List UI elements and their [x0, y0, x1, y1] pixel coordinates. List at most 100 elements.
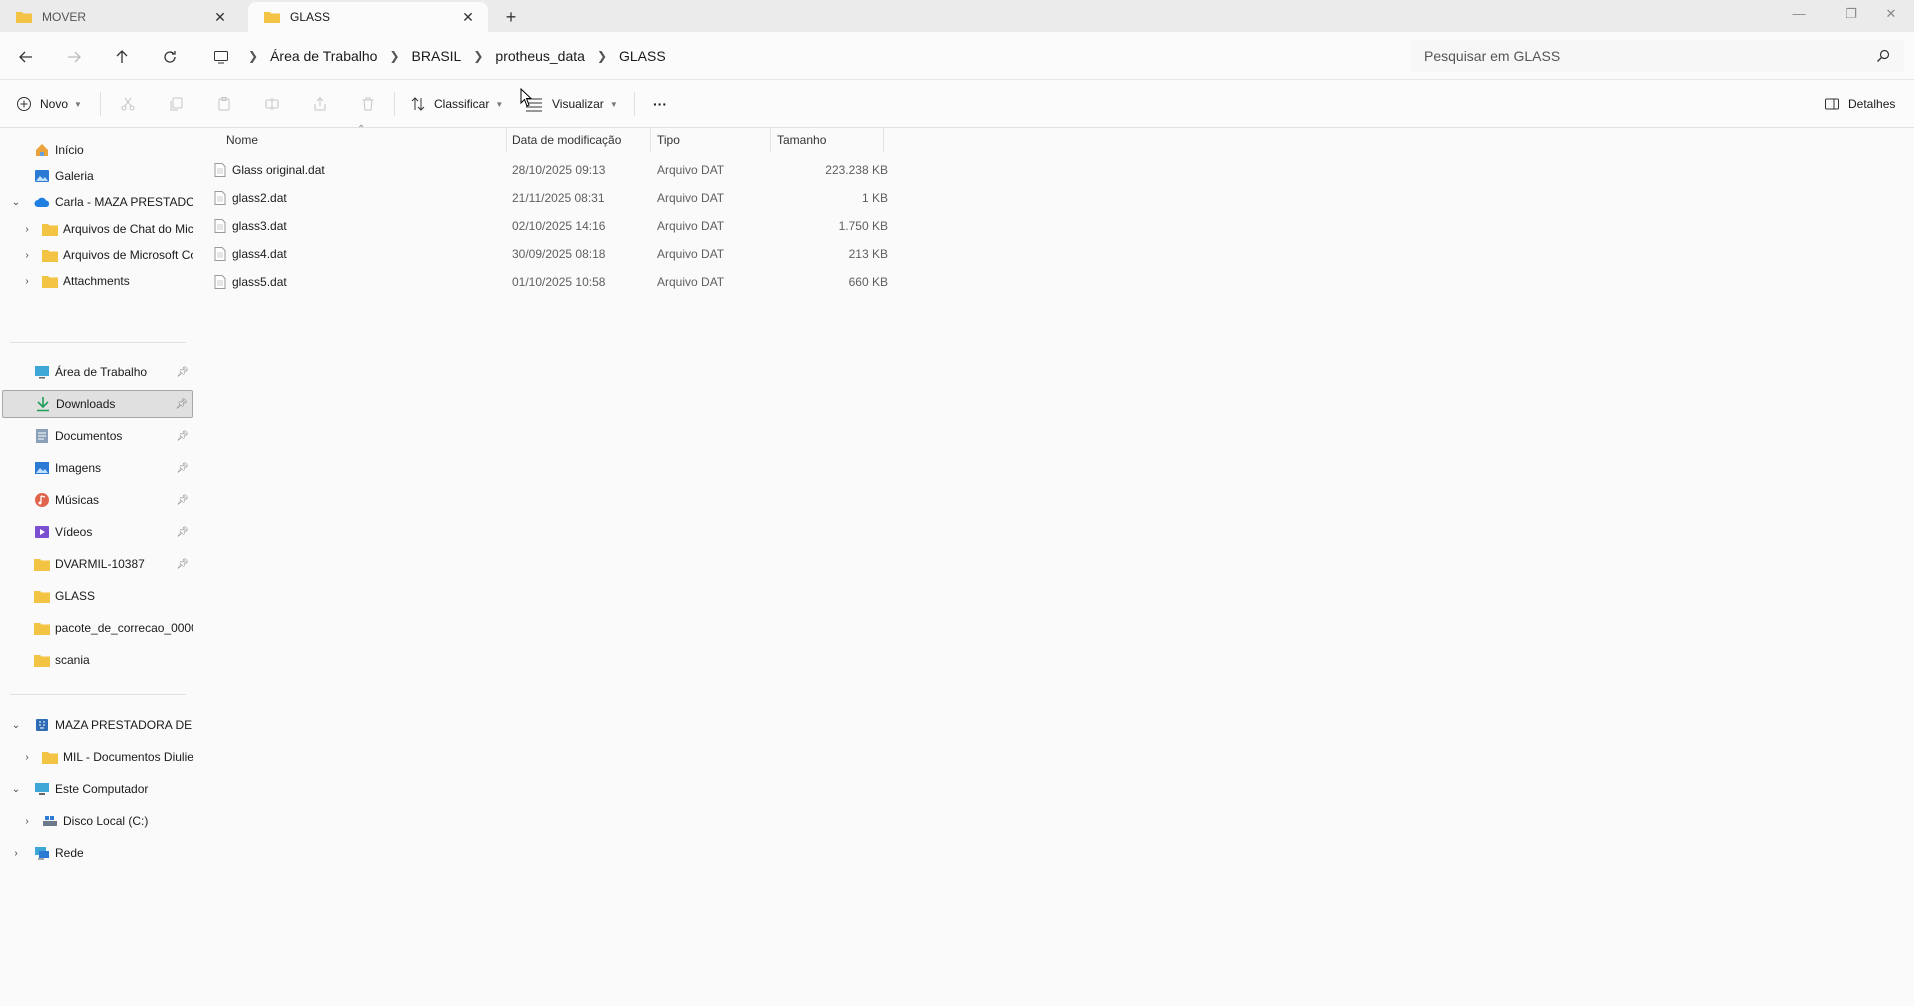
sidebar-item-local-disk[interactable]: › Disco Local (C:) — [2, 807, 193, 835]
sidebar-item-inicio[interactable]: Início — [2, 136, 193, 164]
new-tab-button[interactable]: + — [498, 4, 524, 30]
pin-icon[interactable]: 📌︎ — [176, 367, 189, 378]
sidebar-item-videos[interactable]: Vídeos 📌︎ — [2, 518, 193, 546]
tab-close-icon[interactable]: ✕ — [210, 9, 230, 26]
sidebar-item-label: Attachments — [63, 274, 130, 288]
rename-icon — [265, 98, 279, 110]
sidebar-item-mil-documentos[interactable]: › MIL - Documentos Diulienne — [2, 743, 193, 771]
close-window-button[interactable]: ✕ — [1868, 0, 1914, 30]
sidebar-item-label: Músicas — [55, 493, 100, 507]
column-header-type[interactable]: Tipo — [657, 128, 680, 152]
file-row[interactable]: glass3.dat 02/10/2025 14:16 Arquivo DAT … — [210, 214, 890, 238]
minimize-button[interactable]: — — [1776, 0, 1822, 30]
sidebar-item-maza[interactable]: ⌄ MAZA PRESTADORA DE SERVIÇOS — [2, 711, 193, 739]
forward-button[interactable] — [58, 41, 90, 73]
column-header-size[interactable]: Tamanho — [777, 128, 826, 152]
delete-button[interactable] — [352, 88, 384, 120]
pin-icon[interactable]: 📌︎ — [176, 431, 189, 442]
sidebar-item-chat-files[interactable]: › Arquivos de Chat do Microsoft — [2, 215, 193, 243]
sidebar-item-label: Galeria — [55, 169, 94, 183]
cut-button[interactable] — [112, 88, 144, 120]
search-input[interactable] — [1424, 48, 1876, 64]
sidebar-item-glass[interactable]: GLASS — [2, 582, 193, 610]
chevron-down-icon[interactable]: ⌄ — [9, 720, 23, 731]
view-button[interactable]: Visualizar ▼ — [524, 88, 618, 120]
sidebar-item-galeria[interactable]: Galeria — [2, 162, 193, 190]
share-button[interactable] — [304, 88, 336, 120]
paste-button[interactable] — [208, 88, 240, 120]
column-divider[interactable] — [650, 128, 651, 152]
sidebar-divider — [10, 342, 186, 343]
search-icon[interactable] — [1876, 49, 1890, 63]
breadcrumb-item[interactable]: Área de Trabalho — [262, 48, 385, 64]
sidebar-item-this-pc[interactable]: ⌄ Este Computador — [2, 775, 193, 803]
refresh-button[interactable] — [154, 41, 186, 73]
pin-icon[interactable]: 📌︎ — [176, 463, 189, 474]
column-divider[interactable] — [506, 128, 507, 152]
column-divider[interactable] — [770, 128, 771, 152]
rename-button[interactable] — [256, 88, 288, 120]
sidebar-item-onedrive[interactable]: ⌄ Carla - MAZA PRESTADORA — [2, 188, 193, 216]
file-row[interactable]: Glass original.dat 28/10/2025 09:13 Arqu… — [210, 158, 890, 182]
tab-close-icon[interactable]: ✕ — [458, 9, 478, 26]
details-button-label: Detalhes — [1848, 97, 1896, 111]
chevron-down-icon[interactable]: ⌄ — [9, 784, 23, 795]
file-row[interactable]: glass5.dat 01/10/2025 10:58 Arquivo DAT … — [210, 270, 890, 294]
file-row[interactable]: glass4.dat 30/09/2025 08:18 Arquivo DAT … — [210, 242, 890, 266]
file-icon — [214, 219, 226, 233]
sidebar-item-label: MIL - Documentos Diulienne — [63, 750, 193, 764]
chevron-down-icon[interactable]: ⌄ — [9, 197, 23, 208]
file-name: glass3.dat — [232, 219, 287, 233]
sidebar-item-desktop[interactable]: Área de Trabalho 📌︎ — [2, 358, 193, 386]
chevron-right-icon[interactable]: › — [20, 250, 34, 261]
chevron-right-icon[interactable]: › — [20, 276, 34, 287]
more-options-button[interactable]: ··· — [648, 88, 672, 120]
chevron-right-icon[interactable]: › — [9, 848, 23, 859]
breadcrumb-item[interactable]: BRASIL — [404, 48, 470, 64]
sidebar-item-pacote[interactable]: pacote_de_correcao_000000 — [2, 614, 193, 642]
column-divider[interactable] — [883, 128, 884, 152]
file-size: 223.238 KB — [825, 163, 888, 177]
trash-icon — [362, 97, 374, 111]
sidebar-item-attachments[interactable]: › Attachments — [2, 267, 193, 295]
file-list: ⌃ Nome Data de modificação Tipo Tamanho … — [210, 124, 1914, 1006]
arrow-right-icon — [68, 51, 81, 63]
computer-location-button[interactable] — [205, 41, 237, 73]
chevron-right-icon: ❯ — [248, 49, 259, 63]
share-icon — [314, 97, 326, 111]
sidebar-item-scania[interactable]: scania — [2, 646, 193, 674]
column-header-date[interactable]: Data de modificação — [512, 128, 621, 152]
copy-button[interactable] — [160, 88, 192, 120]
breadcrumb-item[interactable]: protheus_data — [487, 48, 593, 64]
new-button[interactable]: Novo ▼ — [16, 88, 82, 120]
drive-icon — [42, 813, 58, 829]
sidebar-item-music[interactable]: Músicas 📌︎ — [2, 486, 193, 514]
sidebar-item-dvarmil[interactable]: DVARMIL-10387 📌︎ — [2, 550, 193, 578]
pin-icon[interactable]: 📌︎ — [176, 495, 189, 506]
sort-button[interactable]: Classificar ▼ — [410, 88, 503, 120]
sidebar-item-network[interactable]: › Rede — [2, 839, 193, 867]
sidebar-item-copilot-files[interactable]: › Arquivos de Microsoft Copilot — [2, 241, 193, 269]
chevron-right-icon[interactable]: › — [20, 224, 34, 235]
file-name: Glass original.dat — [232, 163, 325, 177]
chevron-right-icon[interactable]: › — [20, 752, 34, 763]
pin-icon[interactable]: 📌︎ — [175, 399, 188, 410]
chevron-right-icon[interactable]: › — [20, 816, 34, 827]
column-header-name[interactable]: Nome — [226, 128, 258, 152]
mouse-cursor-icon — [520, 88, 532, 107]
pin-icon[interactable]: 📌︎ — [176, 527, 189, 538]
sidebar-item-label: Arquivos de Microsoft Copilot — [63, 248, 193, 262]
details-button[interactable]: Detalhes — [1824, 88, 1895, 120]
sidebar-item-documents[interactable]: Documentos 📌︎ — [2, 422, 193, 450]
sidebar-item-pictures[interactable]: Imagens 📌︎ — [2, 454, 193, 482]
tab-mover[interactable]: MOVER ✕ — [0, 2, 240, 32]
pin-icon[interactable]: 📌︎ — [176, 559, 189, 570]
chevron-down-icon: ▼ — [495, 99, 504, 109]
up-button[interactable] — [106, 41, 138, 73]
breadcrumb-item[interactable]: GLASS — [611, 48, 674, 64]
sidebar-item-label: Arquivos de Chat do Microsoft — [63, 222, 193, 236]
sidebar-item-downloads[interactable]: Downloads 📌︎ — [2, 390, 193, 418]
tab-glass[interactable]: GLASS ✕ — [248, 2, 488, 32]
back-button[interactable] — [10, 41, 42, 73]
file-row[interactable]: glass2.dat 21/11/2025 08:31 Arquivo DAT … — [210, 186, 890, 210]
